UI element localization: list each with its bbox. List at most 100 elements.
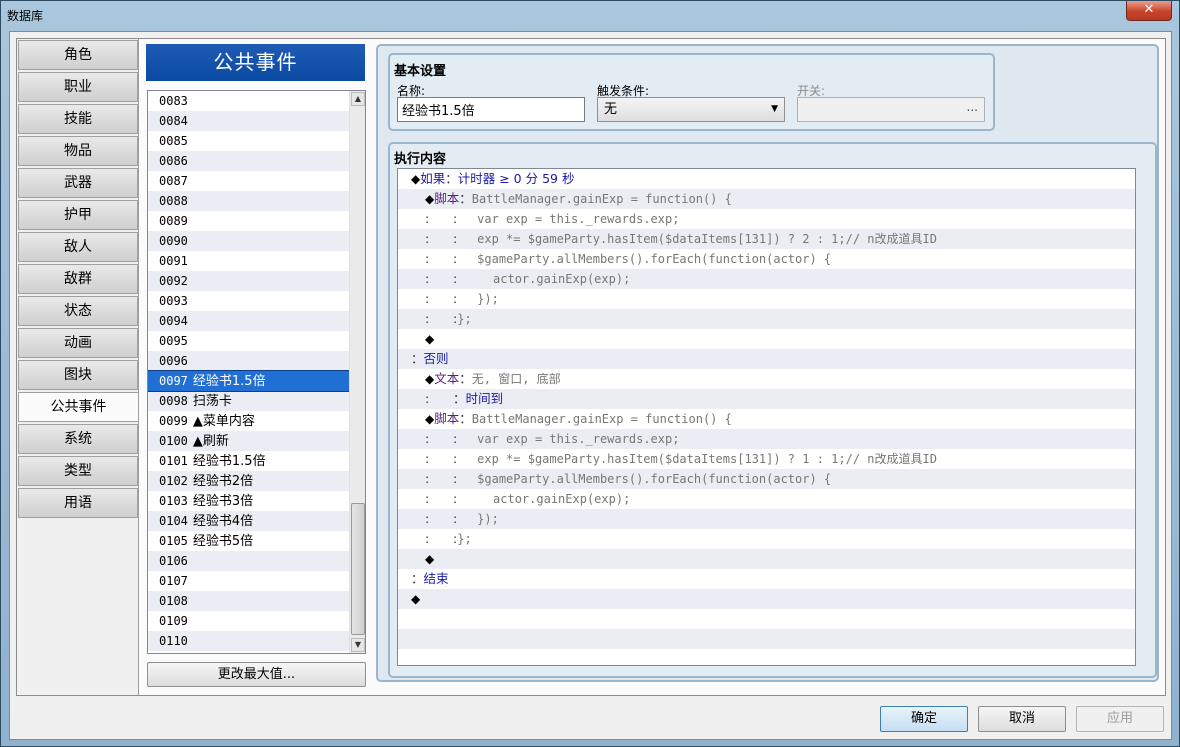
ok-button[interactable]: 确定 [880,706,968,732]
command-row[interactable]: ◆ [398,589,1135,609]
list-item[interactable]: 0108 [148,591,350,611]
tab-12[interactable]: 系统 [18,424,138,454]
diamond-icon: ◆ [425,372,435,386]
tab-14[interactable]: 用语 [18,488,138,518]
list-item[interactable]: 0103 经验书3倍 [148,491,350,511]
list-item-number: 0096 [159,354,188,368]
command-row[interactable]: : ：时间到 [398,389,1135,409]
command-row[interactable]: ◆脚本：BattleManager.gainExp = function() { [398,409,1135,429]
command-row[interactable]: ：结束 [398,569,1135,589]
title-bar[interactable]: 数据库 ✕ [1,1,1179,31]
scroll-thumb[interactable] [351,503,365,635]
list-item[interactable]: 0084 [148,111,350,131]
scroll-down-icon[interactable]: ▼ [351,638,365,652]
tab-11[interactable]: 公共事件 [18,392,139,422]
command-row[interactable]: ：否则 [398,349,1135,369]
command-row[interactable]: : : actor.gainExp(exp); [398,269,1135,289]
list-scrollbar[interactable]: ▲ ▼ [349,91,365,653]
command-text: 脚本 [434,191,460,206]
list-item-name: 经验书1.5倍 [192,374,266,389]
command-row[interactable]: : : exp *= $gameParty.hasItem($dataItems… [398,229,1135,249]
command-row[interactable]: : : var exp = this._rewards.exp; [398,209,1135,229]
command-row[interactable]: : : var exp = this._rewards.exp; [398,429,1135,449]
command-row[interactable]: ◆脚本：BattleManager.gainExp = function() { [398,189,1135,209]
tab-8[interactable]: 状态 [18,296,138,326]
list-item-number: 0104 [159,514,188,528]
tab-2[interactable]: 技能 [18,104,138,134]
list-item[interactable]: 0086 [148,151,350,171]
command-text: var exp = this._rewards.exp; [477,432,680,446]
command-row[interactable]: : : }); [398,289,1135,309]
command-text: : : [425,211,478,226]
tab-1[interactable]: 职业 [18,72,138,102]
change-max-button[interactable]: 更改最大值... [147,662,366,687]
list-item[interactable]: 0100 ▲刷新 [148,431,350,451]
list-item-number: 0085 [159,134,188,148]
tab-9[interactable]: 动画 [18,328,138,358]
tab-10[interactable]: 图块 [18,360,138,390]
list-item[interactable]: 0099 ▲菜单内容 [148,411,350,431]
list-item[interactable]: 0095 [148,331,350,351]
list-item[interactable]: 0088 [148,191,350,211]
list-item[interactable]: 0094 [148,311,350,331]
command-text: : : [425,531,458,546]
list-item[interactable]: 0105 经验书5倍 [148,531,350,551]
list-item[interactable]: 0097 经验书1.5倍 [148,370,351,392]
list-item-number: 0100 [159,434,188,448]
tab-13[interactable]: 类型 [18,456,138,486]
command-row[interactable] [398,609,1135,629]
command-row[interactable]: ◆如果：计时器 ≥ 0 分 59 秒 [398,169,1135,189]
scroll-up-icon[interactable]: ▲ [351,92,365,106]
tab-4[interactable]: 武器 [18,168,138,198]
command-row[interactable]: : : $gameParty.allMembers().forEach(func… [398,249,1135,269]
close-button[interactable]: ✕ [1126,1,1172,21]
command-row[interactable]: : : }); [398,509,1135,529]
command-row[interactable]: ◆ [398,329,1135,349]
command-text: 时间到 [465,391,504,406]
list-item[interactable]: 0098 扫荡卡 [148,391,350,411]
cancel-button[interactable]: 取消 [978,706,1066,732]
list-item[interactable]: 0092 [148,271,350,291]
list-item[interactable]: 0101 经验书1.5倍 [148,451,350,471]
list-item[interactable]: 0093 [148,291,350,311]
tab-5[interactable]: 护甲 [18,200,138,230]
command-text: ： [459,191,472,206]
tab-7[interactable]: 敌群 [18,264,138,294]
command-text: : : [425,271,494,286]
command-text: $gameParty.allMembers().forEach(function… [477,472,832,486]
name-input[interactable] [397,97,585,122]
list-item[interactable]: 0090 [148,231,350,251]
list-item[interactable]: 0107 [148,571,350,591]
list-item[interactable]: 0085 [148,131,350,151]
tab-0[interactable]: 角色 [18,40,138,70]
command-text: 结束 [423,571,449,586]
command-row[interactable]: ◆ [398,549,1135,569]
list-item[interactable]: 0087 [148,171,350,191]
command-row[interactable]: ◆文本：无, 窗口, 底部 [398,369,1135,389]
tab-3[interactable]: 物品 [18,136,138,166]
command-row[interactable]: : : actor.gainExp(exp); [398,489,1135,509]
command-row[interactable]: : :}; [398,309,1135,329]
list-item[interactable]: 0083 [148,91,350,111]
command-list[interactable]: ◆如果：计时器 ≥ 0 分 59 秒 ◆脚本：BattleManager.gain… [397,168,1136,666]
command-row[interactable]: : :}; [398,529,1135,549]
command-row[interactable]: : : $gameParty.allMembers().forEach(func… [398,469,1135,489]
list-item[interactable]: 0110 [148,631,350,651]
event-list[interactable]: 0083 0084 0085 0086 0087 0088 0089 0090 0091 0092… [147,90,366,654]
list-item[interactable]: 0104 经验书4倍 [148,511,350,531]
list-item[interactable]: 0091 [148,251,350,271]
command-row[interactable] [398,649,1135,665]
command-row[interactable] [398,629,1135,649]
command-row[interactable]: : : exp *= $gameParty.hasItem($dataItems… [398,449,1135,469]
apply-button: 应用 [1076,706,1164,732]
list-header: 公共事件 [146,44,365,81]
list-item[interactable]: 0106 [148,551,350,571]
tab-6[interactable]: 敌人 [18,232,138,262]
trigger-select[interactable]: 无 ▼ [597,97,785,122]
list-item-number: 0086 [159,154,188,168]
list-item[interactable]: 0089 [148,211,350,231]
command-text: : : [425,231,478,246]
list-item[interactable]: 0096 [148,351,350,371]
list-item[interactable]: 0109 [148,611,350,631]
list-item[interactable]: 0102 经验书2倍 [148,471,350,491]
